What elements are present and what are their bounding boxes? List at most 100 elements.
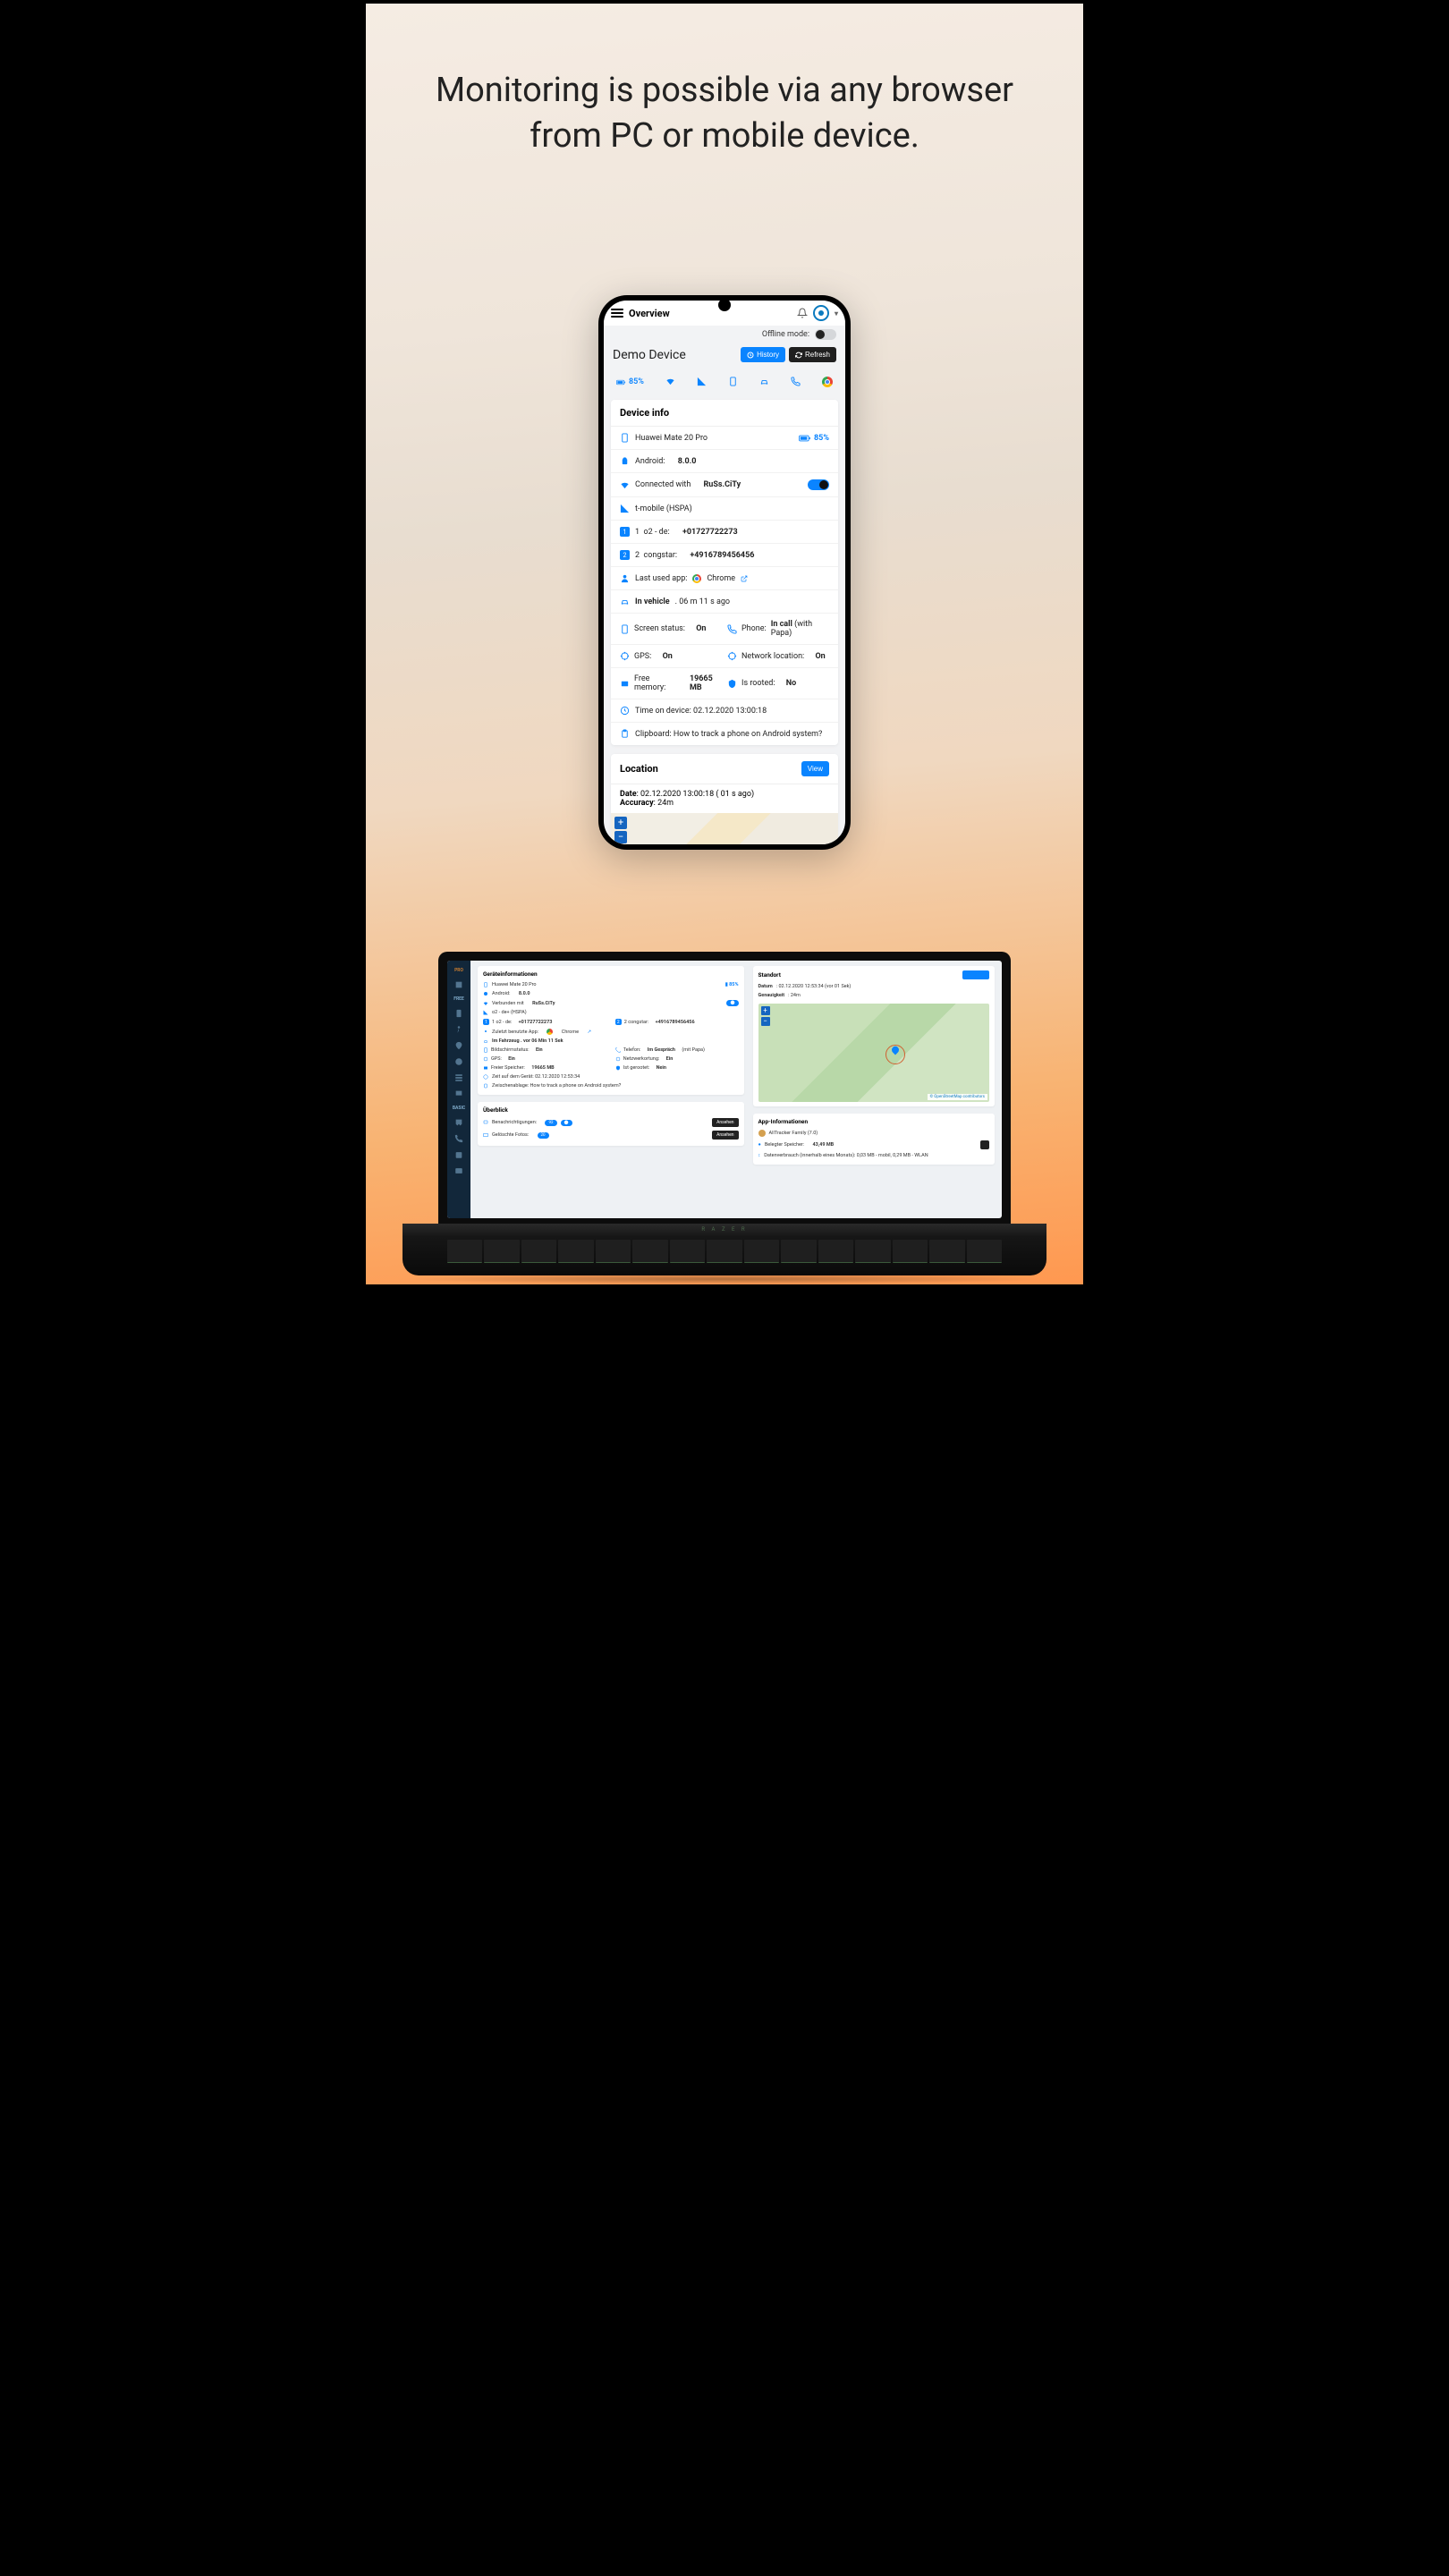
row-vehicle: In vehicle. 06 m 11 s ago	[611, 590, 838, 614]
sidebar-icon[interactable]	[454, 1150, 463, 1159]
row-sim2: 2 2 congstar: +4916789456456	[611, 544, 838, 567]
device-title: Demo Device	[613, 348, 737, 362]
device-info-header: Device info	[611, 400, 838, 427]
crosshair-icon	[727, 651, 737, 661]
clipboard-icon	[620, 729, 630, 739]
phone-device-icon[interactable]	[728, 377, 738, 386]
view-button[interactable]: View	[801, 761, 829, 776]
row-android: Android: 8.0.0	[611, 450, 838, 473]
zoom-in-button[interactable]: +	[614, 817, 627, 829]
sidebar-icon[interactable]	[454, 980, 463, 989]
lap-device-info-title: Geräteinformationen	[483, 970, 739, 978]
shield-check-icon	[727, 679, 737, 689]
crosshair-icon	[620, 651, 630, 661]
row-carrier: t-mobile (HSPA)	[611, 497, 838, 521]
row-screen-phone: Screen status: On Phone:In call (with Pa…	[611, 614, 838, 645]
car-icon[interactable]	[759, 377, 769, 386]
bell-icon[interactable]	[797, 308, 808, 318]
clock-icon	[620, 706, 630, 716]
location-title: Location	[620, 763, 658, 775]
sim-icon: 2	[620, 550, 630, 560]
row-last-app: Last used app: Chrome	[611, 567, 838, 590]
sidebar-icon[interactable]	[454, 1073, 463, 1082]
app-icon	[758, 1130, 766, 1137]
sidebar-icon[interactable]	[454, 1166, 463, 1175]
map-preview[interactable]: + −	[611, 813, 838, 844]
headline: Monitoring is possible via any browserfr…	[366, 4, 1083, 160]
android-icon	[620, 456, 630, 466]
refresh-button[interactable]: Refresh	[789, 347, 836, 362]
row-clipboard: Clipboard: How to track a phone on Andro…	[611, 723, 838, 745]
offline-label: Offline mode:	[762, 330, 809, 339]
laptop-brand: R A Z E R	[701, 1226, 747, 1233]
zoom-out-button[interactable]: −	[761, 1017, 770, 1026]
chrome-icon	[692, 574, 701, 583]
history-button[interactable]: History	[741, 347, 785, 362]
sidebar-icon[interactable]	[454, 1025, 463, 1034]
sidebar-icon[interactable]	[454, 1089, 463, 1098]
sim-icon: 1	[620, 527, 630, 537]
phone-notch	[718, 299, 731, 311]
pro-badge: PRO	[454, 968, 463, 973]
storage-button[interactable]	[980, 1140, 989, 1149]
view-button[interactable]: Ansehen	[712, 1118, 738, 1127]
memory-icon	[620, 679, 630, 689]
sidebar-icon[interactable]	[454, 1009, 463, 1018]
battery-status[interactable]: 85%	[616, 377, 644, 387]
location-card: Location View Date: 02.12.2020 13:00:18 …	[611, 754, 838, 844]
map-preview[interactable]: + − © OpenStreetMap contributors	[758, 1004, 989, 1102]
lap-overview-title: Überblick	[483, 1106, 739, 1114]
basic-badge: BASIC	[453, 1106, 465, 1111]
wifi-icon	[620, 480, 630, 490]
view-button[interactable]: Ansehen	[962, 970, 989, 979]
laptop-device: PRO FREE BASIC	[402, 952, 1046, 1284]
map-attribution[interactable]: © OpenStreetMap contributors	[928, 1094, 987, 1100]
menu-icon[interactable]	[611, 309, 623, 318]
call-icon[interactable]	[791, 377, 801, 386]
sidebar-icon[interactable]	[454, 1118, 463, 1127]
signal-icon	[620, 504, 630, 513]
chevron-down-icon[interactable]: ▾	[835, 309, 838, 318]
lap-device-info-card: Geräteinformationen Huawei Mate 20 Pro▮ …	[478, 966, 744, 1095]
map-pin-icon	[886, 1045, 905, 1064]
status-icon-strip: 85%	[604, 369, 845, 400]
sidebar-icon[interactable]	[454, 1134, 463, 1143]
laptop-sidebar: PRO FREE BASIC	[447, 961, 470, 1218]
offline-mode-row: Offline mode:	[604, 326, 845, 343]
offline-toggle[interactable]	[815, 329, 836, 340]
wifi-toggle[interactable]	[808, 479, 829, 490]
lap-appinfo-card: App-Informationen AllTracker Family (7.0…	[753, 1114, 995, 1165]
lap-location-title: Standort	[758, 971, 781, 979]
battery-badge: 85%	[799, 434, 829, 443]
row-model: Huawei Mate 20 Pro 85%	[611, 427, 838, 450]
row-wifi: Connected with RuSs.CiTy	[611, 473, 838, 497]
free-badge: FREE	[453, 996, 464, 1002]
sidebar-icon[interactable]	[454, 1057, 463, 1066]
lap-overview-card: Überblick Benachrichtigungen: 92⬤Ansehen…	[478, 1102, 744, 1146]
lap-appinfo-title: App-Informationen	[758, 1118, 989, 1125]
sidebar-icon[interactable]	[454, 1041, 463, 1050]
phone-device: Overview ▾ Offline mode: Demo Device His…	[598, 295, 851, 850]
zoom-out-button[interactable]: −	[614, 831, 627, 843]
row-time: Time on device: 02.12.2020 13:00:18	[611, 699, 838, 723]
refresh-icon	[795, 352, 802, 359]
external-link-icon[interactable]	[741, 575, 748, 582]
screen-icon	[620, 624, 630, 634]
history-icon	[747, 352, 754, 359]
row-gps-netloc: GPS: On Network location: On	[611, 645, 838, 668]
call-icon	[727, 624, 737, 634]
laptop-keyboard: R A Z E R	[402, 1224, 1046, 1275]
app-logo-icon[interactable]	[813, 305, 829, 321]
phone-icon	[620, 433, 630, 443]
view-button[interactable]: Ansehen	[712, 1131, 738, 1140]
chrome-icon[interactable]	[822, 377, 833, 387]
row-sim1: 1 1 o2 - de: +01727722273	[611, 521, 838, 544]
zoom-in-button[interactable]: +	[761, 1006, 770, 1015]
topbar-title: Overview	[629, 308, 670, 319]
car-icon	[620, 597, 630, 606]
toggle[interactable]: ⬤	[561, 1120, 572, 1126]
wifi-icon[interactable]	[665, 377, 675, 386]
signal-icon[interactable]	[697, 377, 707, 386]
row-mem-root: Free memory: 19665 MB Is rooted: No	[611, 668, 838, 699]
wifi-toggle[interactable]: ⬤	[726, 1000, 738, 1006]
